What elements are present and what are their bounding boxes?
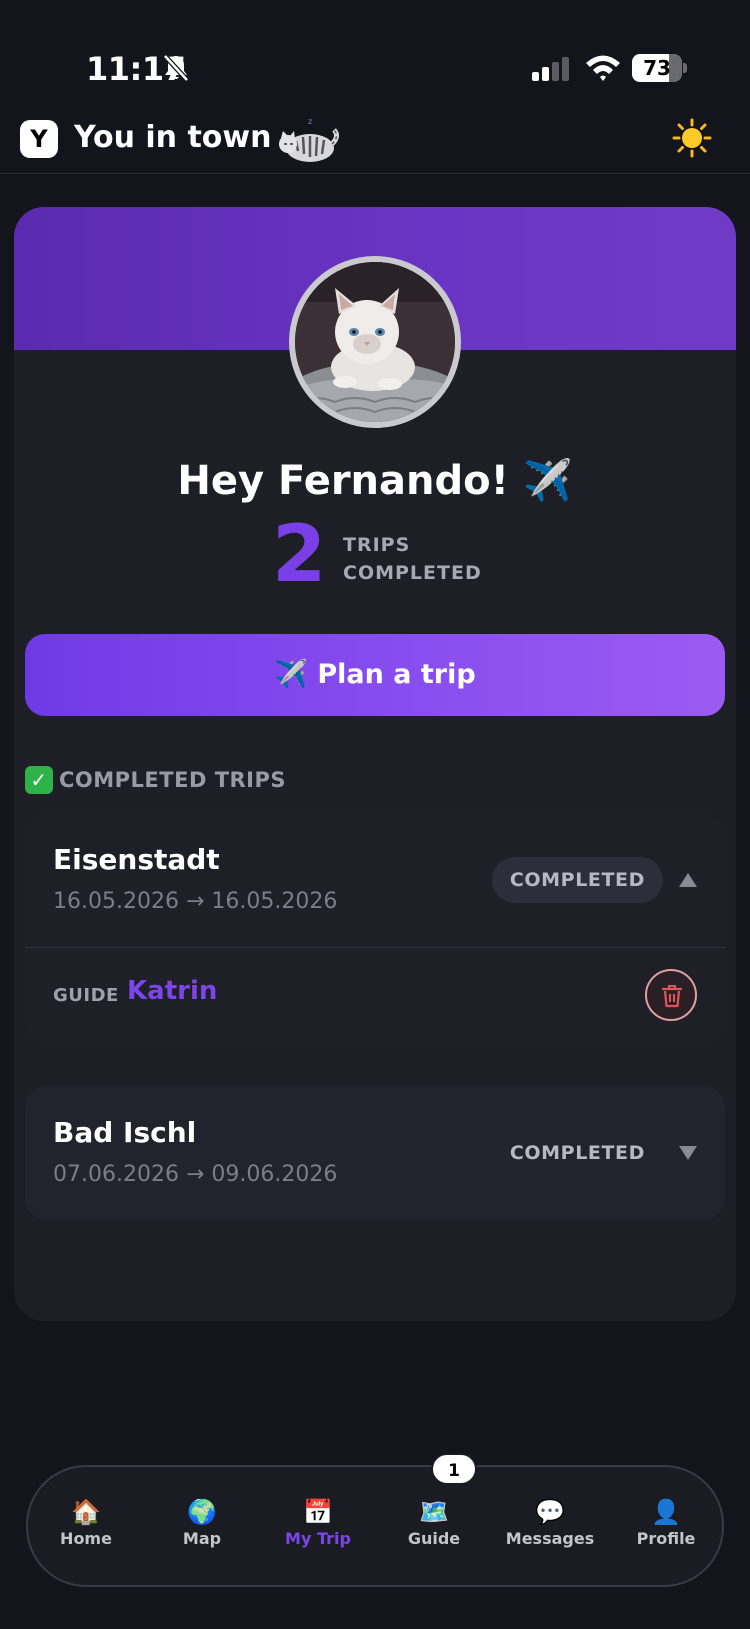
app-logo[interactable]: Y [20, 120, 58, 158]
tab-map[interactable]: 🌍 Map [152, 1497, 252, 1548]
sun-icon[interactable] [672, 118, 712, 158]
trip-count: 2 [272, 510, 327, 600]
completed-trips-heading: ✓ COMPLETED TRIPS [25, 765, 286, 795]
check-mark-icon: ✓ [25, 766, 53, 794]
person-icon: 👤 [651, 1498, 681, 1526]
trip-card-header[interactable]: Bad Ischl 07.06.2026 → 09.06.2026 COMPLE… [25, 1086, 725, 1220]
house-icon: 🏠 [71, 1498, 101, 1526]
trip-dates: 07.06.2026 → 09.06.2026 [53, 1162, 338, 1187]
calendar-icon: 📅 [303, 1498, 333, 1526]
trip-card-header[interactable]: Eisenstadt 16.05.2026 → 16.05.2026 COMPL… [25, 813, 725, 947]
trip-card-eisenstadt: Eisenstadt 16.05.2026 → 16.05.2026 COMPL… [25, 813, 725, 1045]
tab-home[interactable]: 🏠 Home [36, 1497, 136, 1548]
chevron-up-icon[interactable] [679, 873, 697, 887]
wifi-icon [586, 55, 620, 81]
tab-guide[interactable]: 🗺️ Guide [384, 1497, 484, 1548]
cellular-signal-icon [532, 57, 569, 81]
trip-name: Bad Ischl [53, 1116, 197, 1149]
battery-indicator: 73 [632, 54, 687, 82]
trash-icon [661, 985, 683, 1008]
trips-completed-label: TRIPS COMPLETED [343, 534, 482, 584]
map-icon: 🗺️ [419, 1498, 449, 1526]
app-title: You in town [74, 120, 272, 155]
status-badge: COMPLETED [509, 1142, 645, 1164]
trip-dates: 16.05.2026 → 16.05.2026 [53, 889, 338, 914]
guide-name-link[interactable]: Katrin [127, 976, 217, 1006]
bottom-nav: 🏠 Home 🌍 Map 📅 My Trip 🗺️ Guide 1 💬 Mess… [26, 1453, 724, 1587]
greeting-heading: Hey Fernando! ✈️ [177, 458, 573, 504]
app-header: Y You in town z [0, 108, 750, 174]
kitten-photo [295, 262, 455, 422]
tab-my-trip[interactable]: 📅 My Trip [268, 1497, 368, 1548]
globe-icon: 🌍 [187, 1498, 217, 1526]
svg-text:z: z [308, 117, 312, 126]
tab-profile[interactable]: 👤 Profile [616, 1497, 716, 1548]
bell-muted-icon [163, 54, 189, 82]
status-bar: 11:17 73 [0, 0, 750, 100]
status-badge: COMPLETED [491, 857, 663, 903]
guide-label: GUIDE [53, 985, 119, 1006]
guide-notification-badge: 1 [431, 1453, 477, 1485]
trip-overview-card: Hey Fernando! ✈️ 2 TRIPS COMPLETED ✈️ Pl… [14, 207, 736, 1321]
delete-trip-button[interactable] [645, 969, 697, 1021]
trip-name: Eisenstadt [53, 843, 220, 876]
sleeping-cat-icon[interactable]: z [278, 114, 340, 166]
speech-bubble-icon: 💬 [535, 1498, 565, 1526]
avatar[interactable] [289, 256, 461, 428]
my-trip-screen: 11:17 73 Y You in town z Hey Fernando! ✈… [0, 0, 750, 1629]
tab-messages[interactable]: 💬 Messages [500, 1497, 600, 1548]
plan-trip-button[interactable]: ✈️ Plan a trip [25, 634, 725, 716]
battery-percentage: 73 [643, 56, 671, 80]
trip-card-bad-ischl[interactable]: Bad Ischl 07.06.2026 → 09.06.2026 COMPLE… [25, 1086, 725, 1220]
chevron-down-icon[interactable] [679, 1146, 697, 1160]
divider [25, 947, 725, 948]
